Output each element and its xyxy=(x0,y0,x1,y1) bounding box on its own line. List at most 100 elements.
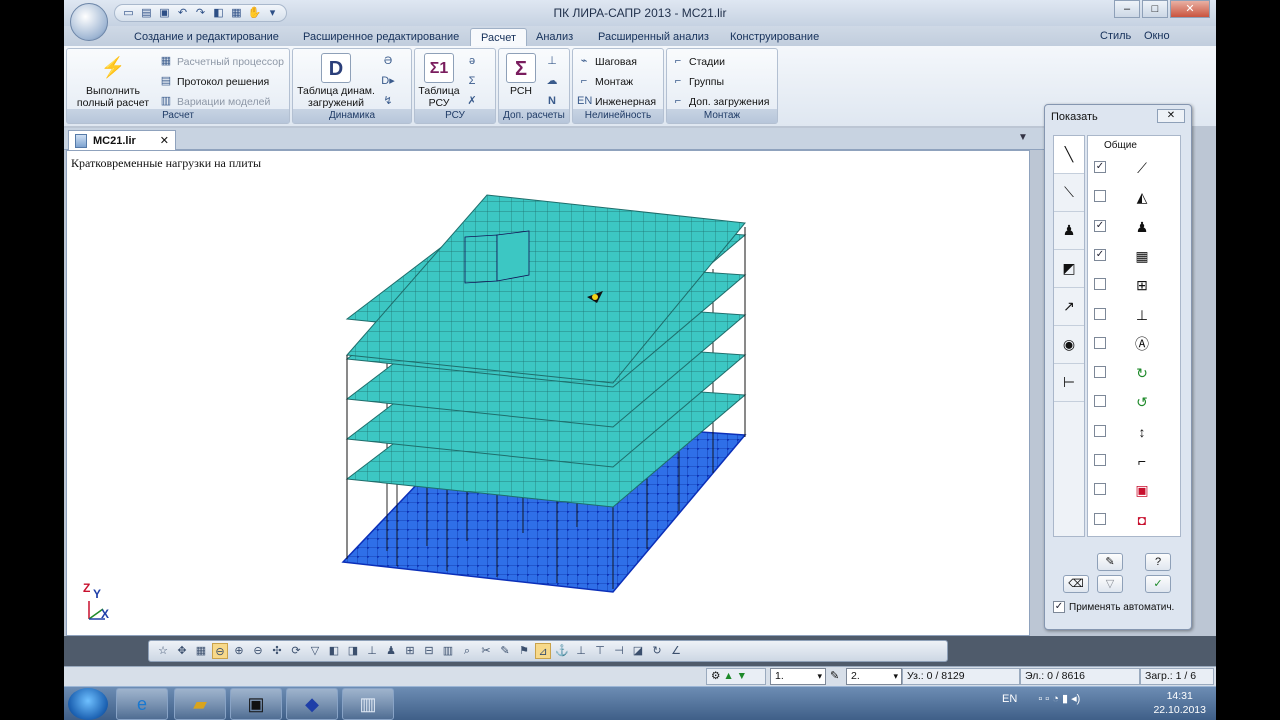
iso-icon[interactable]: ◪ xyxy=(630,643,646,659)
load-up-icon[interactable]: ▲ xyxy=(723,670,733,682)
show-option-checkbox[interactable] xyxy=(1094,454,1106,466)
lira-visor-taskbar-icon[interactable]: ◆ xyxy=(286,688,338,720)
show-option-checkbox[interactable] xyxy=(1094,307,1106,320)
step-button[interactable]: ⌁ Шаговая xyxy=(577,53,637,70)
show-option-row[interactable]: ⌐ xyxy=(1088,449,1182,473)
help-button[interactable]: ? xyxy=(1145,553,1171,571)
show-option-row[interactable]: ↻ xyxy=(1088,361,1182,385)
tab-bars-icon[interactable]: ╲ xyxy=(1054,136,1084,174)
show-option-checkbox[interactable] xyxy=(1094,336,1106,349)
rotate-view-icon[interactable]: ⟳ xyxy=(288,643,304,659)
load-case-2-select[interactable]: 2. xyxy=(846,668,902,685)
model-viewport[interactable]: Кратковременные нагрузки на плиты Z Y X xyxy=(66,150,1030,636)
style-menu[interactable]: Стиль xyxy=(1100,30,1131,42)
groups-button[interactable]: ⌐ Группы xyxy=(671,73,724,90)
select-tool-icon[interactable]: ☆ xyxy=(155,643,171,659)
show-option-row[interactable]: ◭ xyxy=(1088,185,1182,209)
show-option-row[interactable]: Ⓐ xyxy=(1088,332,1182,356)
show-option-checkbox[interactable] xyxy=(1094,190,1106,203)
dynamics-tool-3[interactable]: ↯ xyxy=(381,93,395,110)
show-option-row[interactable]: ↺ xyxy=(1088,390,1182,414)
lira-taskbar-icon[interactable]: ▥ xyxy=(342,688,394,720)
mount-button[interactable]: ⌐ Монтаж xyxy=(577,73,633,90)
proj-y-icon[interactable]: ⊤ xyxy=(592,643,608,659)
dop-tool-2[interactable]: ☁ xyxy=(545,73,559,90)
minimize-button[interactable]: – xyxy=(1114,0,1140,18)
apply-button[interactable]: ✓ xyxy=(1145,575,1171,593)
dynamics-tool-1[interactable]: Ə xyxy=(381,53,395,70)
show-option-checkbox[interactable]: ✓ xyxy=(1094,161,1106,173)
stages-button[interactable]: ⌐ Стадии xyxy=(671,53,725,70)
auto-apply-checkbox[interactable]: ✓ xyxy=(1053,601,1065,613)
show-option-checkbox[interactable] xyxy=(1094,512,1106,525)
language-indicator[interactable]: EN xyxy=(1002,693,1017,705)
rsu-table-button[interactable]: Σ1 Таблица РСУ xyxy=(417,53,461,109)
tab-nodes-icon[interactable]: ⟍ xyxy=(1054,174,1084,212)
start-button-icon[interactable] xyxy=(68,688,108,720)
dynamics-tool-2[interactable]: D▸ xyxy=(381,73,395,90)
search-view-icon[interactable]: ⌕ xyxy=(459,643,475,659)
clock[interactable]: 14:31 22.10.2013 xyxy=(1153,689,1206,717)
filter-view-icon[interactable]: ▽ xyxy=(307,643,323,659)
eraser-button[interactable]: ⌫ xyxy=(1063,575,1089,593)
pencil-button[interactable]: ✎ xyxy=(1097,553,1123,571)
show-option-checkbox[interactable] xyxy=(1094,278,1106,291)
eng-button[interactable]: EN Инженерная xyxy=(577,93,656,110)
auto-apply-option[interactable]: ✓ Применять автоматич. xyxy=(1053,601,1174,613)
show-option-checkbox[interactable] xyxy=(1094,366,1106,379)
show-option-checkbox[interactable]: ✓ xyxy=(1094,248,1106,261)
show-option-row[interactable]: ⊞ xyxy=(1088,273,1182,297)
tab-plates-icon[interactable]: ◩ xyxy=(1054,250,1084,288)
show-panel-close-button[interactable]: ✕ xyxy=(1157,109,1185,123)
protocol-button[interactable]: ▤ Протокол решения xyxy=(159,73,269,90)
maximize-button[interactable]: □ xyxy=(1142,0,1168,18)
show-option-checkbox[interactable] xyxy=(1094,395,1106,408)
proj-z-icon[interactable]: ⊣ xyxy=(611,643,627,659)
tab-supports-icon[interactable]: ♟ xyxy=(1054,212,1084,250)
section-view-icon[interactable]: ▥ xyxy=(440,643,456,659)
zoom-out-icon[interactable]: ⊖ xyxy=(250,643,266,659)
grid-tool-icon[interactable]: ▦ xyxy=(193,643,209,659)
zoom-in-icon[interactable]: ⊕ xyxy=(231,643,247,659)
show-option-checkbox[interactable] xyxy=(1094,483,1106,496)
plate-view-icon[interactable]: ⊟ xyxy=(421,643,437,659)
processor-button[interactable]: ▦ Расчетный процессор xyxy=(159,53,284,70)
show-option-row[interactable]: ✓ ♟ xyxy=(1088,215,1182,239)
rsu-tool-2[interactable]: Σ xyxy=(465,73,479,90)
tray-icons[interactable]: ▫ ▫ ◔ ▮ ◂) xyxy=(1038,693,1080,705)
node-view-icon[interactable]: ♟ xyxy=(383,643,399,659)
close-tab-icon[interactable]: ✕ xyxy=(160,134,169,147)
tab-raschet[interactable]: Расчет xyxy=(470,28,527,46)
rsu-tool-1[interactable]: ə xyxy=(465,53,479,70)
support-view-icon[interactable]: ⊥ xyxy=(364,643,380,659)
show-option-checkbox[interactable] xyxy=(1094,424,1106,437)
rsn-button[interactable]: Σ РСН xyxy=(501,53,541,97)
show-option-row[interactable]: ▣ xyxy=(1088,478,1182,502)
dop-tool-3[interactable]: N xyxy=(545,93,559,110)
proj-x-icon[interactable]: ⊥ xyxy=(573,643,589,659)
dop-tool-1[interactable]: ⊥ xyxy=(545,53,559,70)
extra-loads-button[interactable]: ⌐ Доп. загружения xyxy=(671,93,770,110)
marker-icon[interactable]: ⚑ xyxy=(516,643,532,659)
tab-create-edit[interactable]: Создание и редактирование xyxy=(134,28,279,46)
rsu-tool-3[interactable]: ✗ xyxy=(465,93,479,110)
zoom-window-icon[interactable]: ⊖ xyxy=(212,643,228,659)
recorder-taskbar-icon[interactable]: ▣ xyxy=(230,688,282,720)
fragment-icon[interactable]: ◧ xyxy=(326,643,342,659)
explorer-taskbar-icon[interactable]: ▰ xyxy=(174,688,226,720)
variations-button[interactable]: ▥ Вариации моделей xyxy=(159,93,271,110)
window-menu[interactable]: Окно xyxy=(1144,30,1170,42)
brush-icon[interactable]: ✎ xyxy=(497,643,513,659)
show-option-row[interactable]: ⊥ xyxy=(1088,303,1182,327)
dynamics-table-button[interactable]: D Таблица динам. загружений xyxy=(295,53,377,109)
show-option-row[interactable]: ↕ xyxy=(1088,420,1182,444)
ucs-icon[interactable]: ∠ xyxy=(668,643,684,659)
restore-icon[interactable]: ◨ xyxy=(345,643,361,659)
tab-advanced-analysis[interactable]: Расширенный анализ xyxy=(598,28,709,46)
show-option-row[interactable]: ✓ ▦ xyxy=(1088,244,1182,268)
axes-toggle-icon[interactable]: ⊿ xyxy=(535,643,551,659)
tab-analysis[interactable]: Анализ xyxy=(536,28,573,46)
document-tab[interactable]: МС21.lir ✕ xyxy=(68,130,176,150)
move-tool-icon[interactable]: ✥ xyxy=(174,643,190,659)
load-down-icon[interactable]: ▼ xyxy=(737,670,747,682)
